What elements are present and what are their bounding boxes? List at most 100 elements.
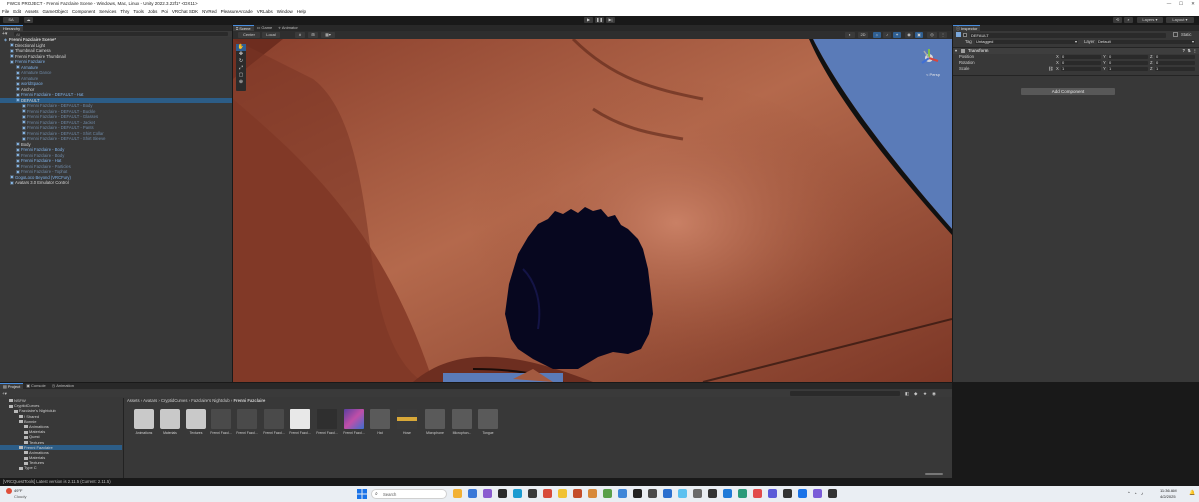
play-icon[interactable]: ▶ — [584, 17, 593, 23]
taskbar-search-input[interactable]: ⌕ Search — [371, 489, 447, 499]
menu-item-tools[interactable]: Tools — [133, 8, 144, 16]
history-icon[interactable]: ⟲ — [1113, 17, 1122, 23]
zoom-slider[interactable] — [925, 473, 943, 475]
label-icon[interactable]: ◆ — [914, 390, 917, 397]
tab-console[interactable]: ▣ Console — [23, 383, 48, 389]
maximize-icon[interactable]: ☐ — [1175, 0, 1187, 8]
layer-dropdown[interactable]: Default ▾ — [1097, 39, 1195, 45]
close-icon[interactable]: ✕ — [1187, 0, 1199, 8]
tab-animation[interactable]: ◷ Animation — [49, 383, 77, 389]
cloud-icon[interactable]: ☁ — [24, 17, 33, 23]
app-icon[interactable] — [663, 489, 672, 498]
app-icon[interactable] — [693, 489, 702, 498]
menu-item-thry[interactable]: Thry — [120, 8, 129, 16]
file-explorer-icon[interactable] — [453, 489, 462, 498]
volume-icon[interactable]: ♪ — [1141, 491, 1143, 496]
project-search-input[interactable] — [790, 391, 900, 396]
menu-item-poi[interactable]: Poi — [161, 8, 168, 16]
asset-item[interactable]: Microphon... — [451, 409, 473, 435]
terminal-icon[interactable] — [633, 489, 642, 498]
breadcrumb-item[interactable]: Fazclaire's Nightclub — [191, 398, 230, 403]
add-icon[interactable]: +▾ — [2, 390, 7, 397]
rotation-y-field[interactable]: 0 — [1108, 60, 1148, 66]
asset-item[interactable]: Hose — [396, 409, 418, 435]
weather-icon[interactable] — [6, 488, 12, 494]
folder-tree-item[interactable]: Type C — [0, 465, 122, 470]
2d-toggle[interactable]: 2D — [858, 32, 868, 38]
menu-item-jobs[interactable]: Jobs — [148, 8, 158, 16]
more-icon[interactable]: ⋮ — [939, 32, 947, 38]
static-checkbox[interactable] — [1173, 32, 1178, 37]
filter-type-icon[interactable]: ◧ — [905, 390, 909, 397]
position-z-field[interactable]: 0 — [1155, 54, 1195, 60]
hidden-icon[interactable]: ◉ — [905, 32, 913, 38]
app-icon[interactable] — [603, 489, 612, 498]
app-icon[interactable] — [513, 489, 522, 498]
scene-gizmo[interactable] — [918, 47, 940, 69]
menu-item-vrlabs[interactable]: VRLabs — [257, 8, 273, 16]
rect-tool-icon[interactable]: ▢ — [236, 72, 246, 79]
scale-y-field[interactable]: 1 — [1108, 66, 1148, 72]
asset-item[interactable]: Frenni Fazcl... — [289, 409, 311, 435]
position-x-field[interactable]: 0 — [1061, 54, 1101, 60]
transform-tool-icon[interactable]: ⊕ — [236, 79, 246, 86]
camera-icon[interactable]: ▣ — [915, 32, 923, 38]
steam-icon[interactable] — [528, 489, 537, 498]
app-icon[interactable] — [648, 489, 657, 498]
asset-item[interactable]: Animations — [133, 409, 155, 435]
app-icon[interactable] — [588, 489, 597, 498]
menu-item-edit[interactable]: Edit — [13, 8, 21, 16]
asset-item[interactable]: Frenni Fazcl... — [263, 409, 285, 435]
edge-icon[interactable] — [468, 489, 477, 498]
hierarchy-item[interactable]: ▣Avatars 3.0 Emulator Control — [0, 180, 232, 186]
menu-item-vrchat-sdk[interactable]: VRChat SDK — [172, 8, 198, 16]
move-tool-icon[interactable]: ✥ — [236, 51, 246, 58]
unity-icon[interactable] — [708, 489, 717, 498]
menu-item-file[interactable]: File — [2, 8, 9, 16]
app-icon[interactable] — [723, 489, 732, 498]
layers-dropdown[interactable]: Layers ▾ — [1137, 17, 1163, 23]
minimize-icon[interactable]: — — [1163, 0, 1175, 8]
layout-dropdown[interactable]: Layout ▾ — [1166, 17, 1194, 23]
eye-icon[interactable]: ◉ — [932, 390, 936, 397]
breadcrumb-item[interactable]: CryptidCurves — [161, 398, 188, 403]
app-icon[interactable] — [783, 489, 792, 498]
pivot-center-dropdown[interactable]: Center — [238, 32, 260, 38]
asset-item[interactable]: Materials — [159, 409, 181, 435]
app-icon[interactable] — [798, 489, 807, 498]
breadcrumb-item[interactable]: Assets — [127, 398, 140, 403]
tab-project[interactable]: ▤ Project — [0, 383, 24, 389]
pivot-local-dropdown[interactable]: Local — [262, 32, 280, 38]
chevron-up-icon[interactable]: ⌃ — [1127, 491, 1131, 497]
star-icon[interactable]: ★ — [923, 390, 927, 397]
hierarchy-search-input[interactable]: All — [14, 32, 228, 37]
asset-item[interactable]: Frenni Fazcl... — [343, 409, 365, 435]
app-icon[interactable] — [543, 489, 552, 498]
app-icon[interactable] — [828, 489, 837, 498]
asset-item[interactable]: Textures — [185, 409, 207, 435]
app-icon[interactable] — [618, 489, 627, 498]
pause-icon[interactable]: ❚❚ — [595, 17, 604, 23]
scale-z-field[interactable]: 1 — [1155, 66, 1195, 72]
audio-icon[interactable]: ♪ — [883, 32, 891, 38]
wifi-icon[interactable]: ◔ — [1134, 491, 1137, 496]
grid-icon[interactable]: # — [295, 32, 305, 38]
add-component-button[interactable]: Add Component — [1021, 88, 1115, 95]
snap-icon[interactable]: ⊞ — [308, 32, 318, 38]
menu-item-assets[interactable]: Assets — [25, 8, 39, 16]
asset-item[interactable]: Tongue — [477, 409, 499, 435]
menu-item-nvred[interactable]: NVRed — [202, 8, 217, 16]
app-icon[interactable] — [558, 489, 567, 498]
link-icon[interactable]: ⛓ — [1048, 66, 1053, 72]
menu-item-pleasurearcade[interactable]: PleasureArcade — [221, 8, 253, 16]
increment-snap-icon[interactable]: ▦▾ — [321, 32, 335, 38]
app-icon[interactable] — [813, 489, 822, 498]
breadcrumb-item[interactable]: Frenni Fazclaire — [233, 398, 265, 403]
scene-viewport[interactable]: ✋ ✥ ↻ ⤢ ▢ ⊕ < Persp — [233, 39, 952, 382]
asset-item[interactable]: Microphone — [424, 409, 446, 435]
clock-time[interactable]: 11:36 AM — [1160, 488, 1177, 493]
position-y-field[interactable]: 0 — [1108, 54, 1148, 60]
account-button[interactable]: SA — [3, 17, 19, 23]
scale-tool-icon[interactable]: ⤢ — [236, 65, 246, 72]
object-name-field[interactable]: DEFAULT — [970, 32, 1166, 38]
